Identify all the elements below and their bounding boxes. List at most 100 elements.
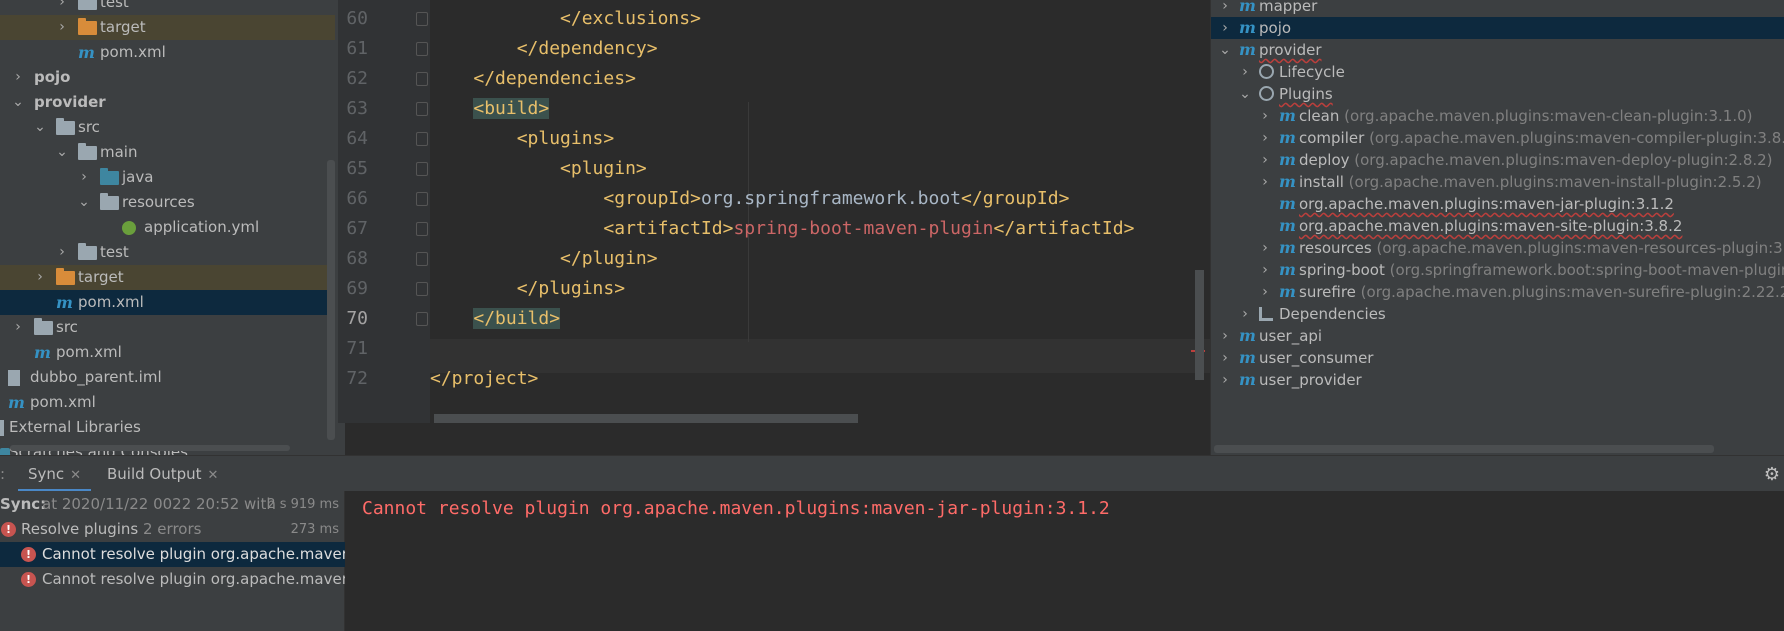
chevron-right-icon[interactable]: › — [1239, 303, 1251, 325]
project-tree-item[interactable]: ⌄ provider — [0, 90, 335, 115]
chevron-right-icon[interactable]: › — [1259, 127, 1271, 149]
chevron-down-icon[interactable]: ⌄ — [1239, 83, 1251, 105]
maven-tree-item[interactable]: m org.apache.maven.plugins:maven-site-plu… — [1211, 215, 1784, 237]
chevron-right-icon[interactable]: › — [1259, 237, 1271, 259]
chevron-right-icon[interactable]: › — [1259, 281, 1271, 303]
project-tree-item[interactable]: › test — [0, 240, 335, 265]
sync-row[interactable]: Sync: at 2020/11/22 0022 20:52 with 2 s … — [0, 492, 345, 517]
chevron-down-icon[interactable]: ⌄ — [78, 190, 90, 215]
maven-tree-item[interactable]: › m user_consumer — [1211, 347, 1784, 369]
project-tree-item[interactable]: application.yml — [0, 215, 335, 240]
chevron-right-icon[interactable]: › — [1219, 17, 1231, 39]
close-icon[interactable]: ✕ — [208, 468, 219, 483]
project-tree-item[interactable]: › pojo — [0, 65, 335, 90]
project-tree-item[interactable]: ⌄ src — [0, 115, 335, 140]
chevron-right-icon[interactable]: › — [12, 65, 24, 90]
tab-sync[interactable]: Sync ✕ — [18, 456, 92, 492]
editor-vertical-scrollbar[interactable] — [1195, 270, 1204, 380]
code-line[interactable]: </project> — [430, 362, 538, 396]
maven-tree-item[interactable]: › m resources (org.apache.maven.plugins:ma… — [1211, 237, 1784, 259]
code-line[interactable]: </plugin> — [430, 242, 658, 276]
fold-marker-icon[interactable] — [416, 12, 428, 26]
project-tree-item[interactable]: › java — [0, 165, 335, 190]
code-line[interactable]: <groupId>org.springframework.boot</group… — [430, 182, 1069, 216]
project-tree-item[interactable]: ⌄ resources — [0, 190, 335, 215]
chevron-right-icon[interactable]: › — [34, 265, 46, 290]
code-line[interactable]: </dependency> — [430, 32, 658, 66]
maven-tree-item[interactable]: › m surefire (org.apache.maven.plugins:mav… — [1211, 281, 1784, 303]
maven-tree-item[interactable]: › m deploy (org.apache.maven.plugins:maven… — [1211, 149, 1784, 171]
chevron-right-icon[interactable]: › — [1219, 347, 1231, 369]
maven-tree-item[interactable]: › m user_provider — [1211, 369, 1784, 391]
chevron-right-icon[interactable]: › — [1239, 61, 1251, 83]
fold-marker-icon[interactable] — [416, 162, 428, 176]
close-icon[interactable]: ✕ — [70, 468, 81, 483]
chevron-right-icon[interactable]: › — [56, 240, 68, 265]
code-line[interactable]: <build> — [430, 92, 550, 126]
project-tree-item[interactable]: › target — [0, 15, 335, 40]
fold-marker-icon[interactable] — [416, 312, 428, 326]
project-tree-item[interactable]: m pom.xml — [0, 40, 335, 65]
project-tree-item[interactable]: m pom.xml — [0, 340, 335, 365]
project-tree-item[interactable]: m pom.xml — [0, 390, 335, 415]
fold-marker-icon[interactable] — [416, 282, 428, 296]
fold-marker-icon[interactable] — [416, 252, 428, 266]
chevron-down-icon[interactable]: ⌄ — [12, 90, 24, 115]
maven-horizontal-scrollbar[interactable] — [1214, 445, 1714, 453]
editor-horizontal-scrollbar[interactable] — [434, 414, 858, 423]
error-item-site[interactable]: ! Cannot resolve plugin org.apache.maven… — [0, 567, 345, 592]
code-line[interactable]: <artifactId>spring-boot-maven-plugin</ar… — [430, 212, 1134, 246]
code-line[interactable]: </plugins> — [430, 272, 625, 306]
fold-marker-icon[interactable] — [416, 192, 428, 206]
resolve-plugins-row[interactable]: ! Resolve plugins 2 errors 273 ms — [0, 517, 345, 542]
build-console[interactable]: Cannot resolve plugin org.apache.maven.p… — [345, 491, 1784, 631]
tab-build-output[interactable]: Build Output ✕ — [107, 456, 218, 492]
chevron-right-icon[interactable]: › — [1219, 0, 1231, 17]
chevron-right-icon[interactable]: › — [1259, 259, 1271, 281]
maven-tree-item[interactable]: › m pojo — [1211, 17, 1784, 39]
project-tree-item[interactable]: › target — [0, 265, 335, 290]
maven-tree-item[interactable]: m org.apache.maven.plugins:maven-jar-plug… — [1211, 193, 1784, 215]
chevron-right-icon[interactable]: › — [78, 165, 90, 190]
fold-marker-icon[interactable] — [416, 72, 428, 86]
chevron-down-icon[interactable]: ⌄ — [34, 115, 46, 140]
maven-tree-item[interactable]: › m clean (org.apache.maven.plugins:maven-… — [1211, 105, 1784, 127]
code-editor[interactable]: 60 61 62 63 64 65 66 67 68 69 70 71 72 </exclusions>… — [338, 0, 1210, 423]
fold-marker-icon[interactable] — [416, 132, 428, 146]
maven-tree-item[interactable]: ⌄ m provider — [1211, 39, 1784, 61]
project-horizontal-scrollbar[interactable] — [10, 445, 290, 451]
maven-tree-item[interactable]: › m mapper — [1211, 0, 1784, 17]
console-message[interactable]: Cannot resolve plugin org.apache.maven.p… — [362, 495, 1110, 523]
maven-tree-item[interactable]: › Lifecycle — [1211, 61, 1784, 83]
maven-tree-item[interactable]: › m install (org.apache.maven.plugins:mave… — [1211, 171, 1784, 193]
project-tree-item[interactable]: › src — [0, 315, 335, 340]
chevron-right-icon[interactable]: › — [1219, 325, 1231, 347]
code-line[interactable]: <plugin> — [430, 152, 647, 186]
gear-icon[interactable]: ⚙ — [1764, 464, 1780, 485]
chevron-right-icon[interactable]: › — [56, 15, 68, 40]
error-item-jar[interactable]: ! Cannot resolve plugin org.apache.maven… — [0, 542, 345, 567]
maven-tree-item[interactable]: › m compiler (org.apache.maven.plugins:mav… — [1211, 127, 1784, 149]
maven-tree-item[interactable]: › m spring-boot (org.springframework.boot:… — [1211, 259, 1784, 281]
fold-marker-icon[interactable] — [416, 42, 428, 56]
code-line[interactable]: </dependencies> — [430, 62, 636, 96]
project-tree-item[interactable]: ⌄ main — [0, 140, 335, 165]
chevron-right-icon[interactable]: › — [1259, 105, 1271, 127]
project-tree-item[interactable]: m pom.xml — [0, 290, 335, 315]
chevron-right-icon[interactable]: › — [1259, 149, 1271, 171]
code-line[interactable]: <plugins> — [430, 122, 615, 156]
chevron-right-icon[interactable]: › — [1259, 171, 1271, 193]
project-tree-item[interactable]: External Libraries — [0, 415, 335, 440]
project-vertical-scrollbar[interactable] — [327, 160, 335, 440]
fold-marker-icon[interactable] — [416, 222, 428, 236]
chevron-right-icon[interactable]: › — [56, 0, 68, 15]
chevron-down-icon[interactable]: ⌄ — [1219, 39, 1231, 61]
code-line[interactable]: </exclusions> — [430, 2, 701, 36]
project-tree-item[interactable]: › test — [0, 0, 335, 15]
maven-tree-item[interactable]: › m user_api — [1211, 325, 1784, 347]
chevron-right-icon[interactable]: › — [12, 315, 24, 340]
fold-marker-icon[interactable] — [416, 102, 428, 116]
chevron-right-icon[interactable]: › — [1219, 369, 1231, 391]
maven-tree-item[interactable]: ⌄ Plugins — [1211, 83, 1784, 105]
project-tree-item[interactable]: dubbo_parent.iml — [0, 365, 335, 390]
